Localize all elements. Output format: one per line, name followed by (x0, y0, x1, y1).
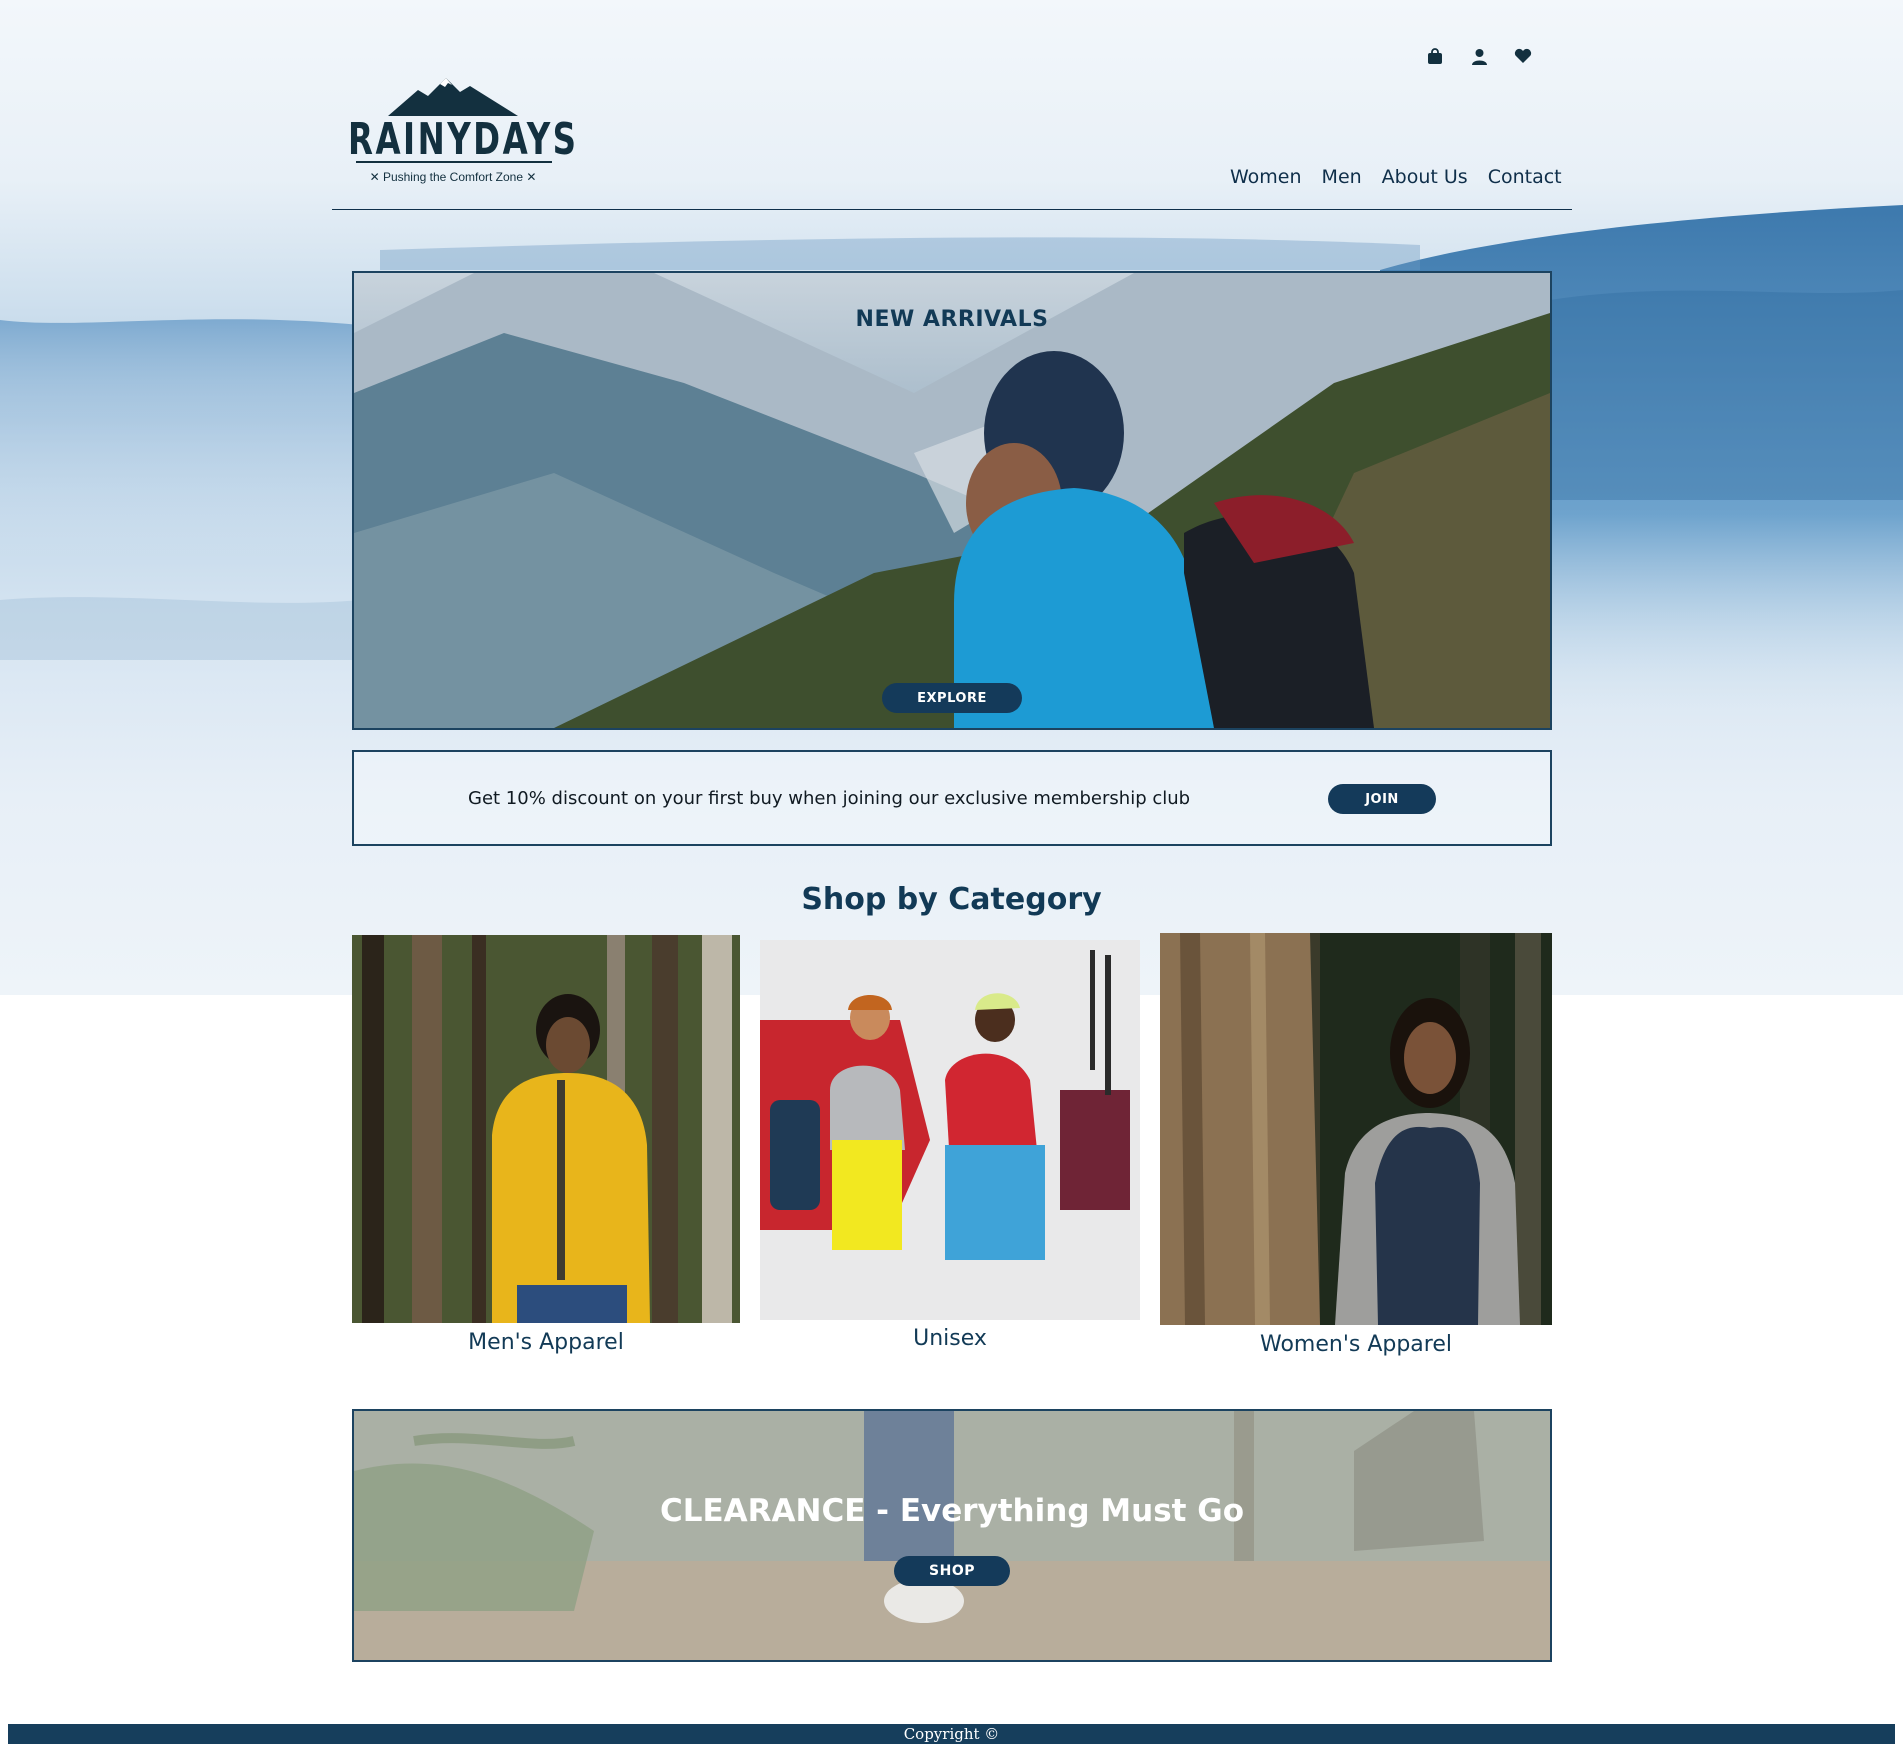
nav-women[interactable]: Women (1230, 166, 1302, 188)
category-label-womens[interactable]: Women's Apparel (1160, 1332, 1552, 1357)
category-label-mens[interactable]: Men's Apparel (352, 1330, 740, 1355)
footer: Copyright © (8, 1724, 1895, 1744)
utility-icons (1425, 46, 1533, 68)
logo-wordmark: RAINYDAYS (348, 114, 579, 165)
logo-divider (356, 161, 552, 163)
clearance-image (354, 1411, 1550, 1660)
hero-banner: NEW ARRIVALS EXPLORE (352, 271, 1552, 730)
nav-about-us[interactable]: About Us (1382, 166, 1468, 188)
category-unisex-image[interactable] (760, 940, 1140, 1320)
womens-apparel-photo (1160, 933, 1552, 1325)
header-divider (332, 209, 1572, 210)
shop-button[interactable]: SHOP (894, 1556, 1010, 1586)
brand-logo[interactable]: RAINYDAYS ✕ Pushing the Comfort Zone ✕ (348, 76, 579, 191)
clearance-title: CLEARANCE - Everything Must Go (659, 1493, 1245, 1529)
membership-text: Get 10% discount on your first buy when … (468, 788, 1191, 809)
unisex-photo (760, 940, 1140, 1320)
main-nav: Women Men About Us Contact (1230, 166, 1562, 188)
clearance-banner: CLEARANCE - Everything Must Go SHOP (352, 1409, 1552, 1662)
category-section-title: Shop by Category (801, 882, 1102, 917)
category-womens-image[interactable] (1160, 933, 1552, 1325)
shopping-bag-icon[interactable] (1425, 46, 1445, 66)
join-button[interactable]: JOIN (1328, 784, 1436, 814)
mens-apparel-photo (352, 935, 740, 1323)
category-label-unisex[interactable]: Unisex (760, 1326, 1140, 1351)
membership-banner: Get 10% discount on your first buy when … (352, 750, 1552, 846)
hero-title: NEW ARRIVALS (855, 307, 1049, 332)
copyright-text: Copyright © (903, 1725, 1000, 1743)
logo-tagline: ✕ Pushing the Comfort Zone ✕ (369, 170, 537, 184)
mountain-logo-icon (388, 78, 518, 116)
nav-men[interactable]: Men (1322, 166, 1362, 188)
user-icon[interactable] (1469, 46, 1489, 66)
heart-icon[interactable] (1513, 46, 1533, 66)
nav-contact[interactable]: Contact (1488, 166, 1562, 188)
category-mens-image[interactable] (352, 935, 740, 1323)
hero-image (354, 273, 1550, 728)
explore-button[interactable]: EXPLORE (882, 683, 1022, 713)
